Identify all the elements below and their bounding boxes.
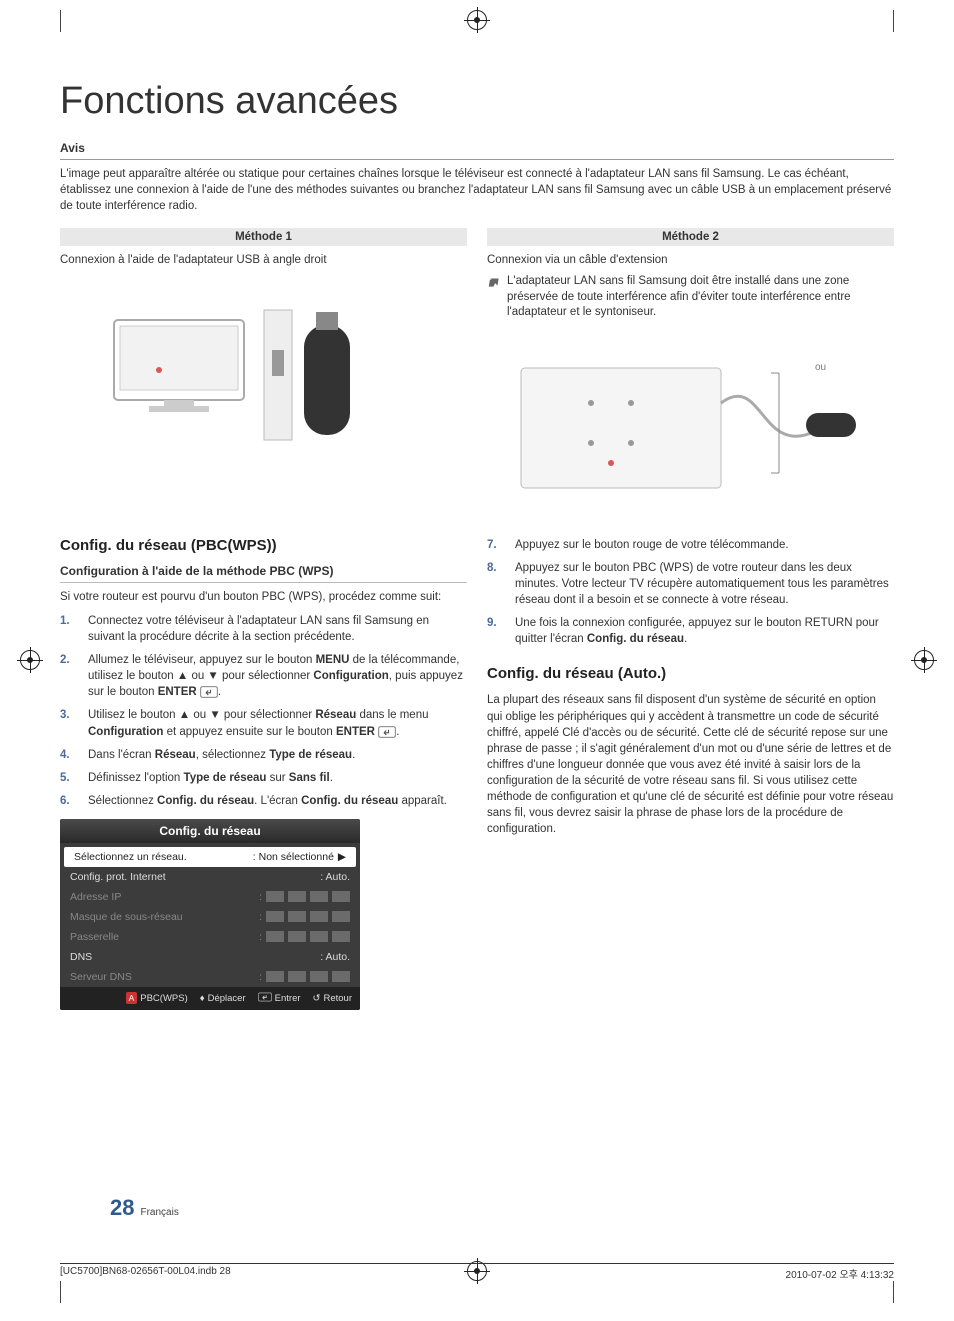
notice-heading: Avis xyxy=(60,141,894,160)
print-meta-file: [UC5700]BN68-02656T-00L04.indb 28 xyxy=(60,1266,231,1281)
osd-label: DNS xyxy=(70,951,92,963)
registration-mark-right xyxy=(914,650,934,670)
step-text: Connectez votre téléviseur à l'adaptateu… xyxy=(88,613,467,645)
method2-header: Méthode 2 xyxy=(487,228,894,246)
step-item: 3. Utilisez le bouton ▲ ou ▼ pour sélect… xyxy=(60,707,467,739)
updown-icon: ♦ xyxy=(200,993,205,1004)
step-item: 8. Appuyez sur le bouton PBC (WPS) de vo… xyxy=(487,560,894,608)
page-title: Fonctions avancées xyxy=(60,80,894,123)
step-item: 4. Dans l'écran Réseau, sélectionnez Typ… xyxy=(60,747,467,763)
chevron-right-icon: ▶ xyxy=(338,851,346,863)
step-number: 3. xyxy=(60,707,78,739)
enter-icon xyxy=(200,686,218,698)
step-item: 6. Sélectionnez Config. du réseau. L'écr… xyxy=(60,793,467,809)
step-item: 9. Une fois la connexion configurée, app… xyxy=(487,615,894,647)
step-number: 2. xyxy=(60,652,78,700)
step-text: Sélectionnez Config. du réseau. L'écran … xyxy=(88,793,447,809)
osd-row-select-network: Sélectionnez un réseau. : Non sélectionn… xyxy=(64,847,356,867)
step-text: Une fois la connexion configurée, appuye… xyxy=(515,615,894,647)
step-item: 7. Appuyez sur le bouton rouge de votre … xyxy=(487,537,894,553)
step-item: 5. Définissez l'option Type de réseau su… xyxy=(60,770,467,786)
step-number: 4. xyxy=(60,747,78,763)
step-item: 1. Connectez votre téléviseur à l'adapta… xyxy=(60,613,467,645)
subsection-heading-pbc: Configuration à l'aide de la méthode PBC… xyxy=(60,564,467,583)
osd-value: : Auto. xyxy=(320,951,350,963)
step-text: Dans l'écran Réseau, sélectionnez Type d… xyxy=(88,747,355,763)
step-text: Allumez le téléviseur, appuyez sur le bo… xyxy=(88,652,467,700)
note-icon xyxy=(487,275,501,321)
registration-mark-left xyxy=(20,650,40,670)
step-text: Appuyez sur le bouton PBC (WPS) de votre… xyxy=(515,560,894,608)
section-heading-pbc: Config. du réseau (PBC(WPS)) xyxy=(60,537,467,554)
osd-footer-enter: Entrer xyxy=(275,993,301,1004)
registration-mark-top xyxy=(467,10,487,30)
osd-footer-pbc: PBC(WPS) xyxy=(140,993,188,1004)
osd-footer-return: Retour xyxy=(323,993,352,1004)
osd-label: Config. prot. Internet xyxy=(70,871,166,883)
step-number: 7. xyxy=(487,537,505,553)
crop-mark xyxy=(60,1281,61,1303)
step-number: 5. xyxy=(60,770,78,786)
osd-row-dns-server: Serveur DNS : xyxy=(60,967,360,987)
enter-icon xyxy=(258,992,272,1005)
osd-row-internet-prot: Config. prot. Internet : Auto. xyxy=(60,867,360,887)
page-number: 28 xyxy=(110,1195,134,1221)
osd-row-dns: DNS : Auto. xyxy=(60,947,360,967)
section-heading-auto: Config. du réseau (Auto.) xyxy=(487,665,894,682)
step-item: 2. Allumez le téléviseur, appuyez sur le… xyxy=(60,652,467,700)
print-meta-timestamp: 2010-07-02 오후 4:13:32 xyxy=(786,1266,894,1281)
crop-mark xyxy=(60,10,61,32)
osd-panel: Config. du réseau Sélectionnez un réseau… xyxy=(60,819,360,1010)
step-text: Définissez l'option Type de réseau sur S… xyxy=(88,770,333,786)
notice-body: L'image peut apparaître altérée ou stati… xyxy=(60,166,894,214)
osd-row-mask: Masque de sous-réseau : xyxy=(60,907,360,927)
step-number: 8. xyxy=(487,560,505,608)
osd-label: Sélectionnez un réseau. xyxy=(74,851,187,863)
method2-caption: Connexion via un câble d'extension xyxy=(487,252,894,268)
osd-label: Masque de sous-réseau xyxy=(70,911,183,923)
method1-illustration xyxy=(60,290,467,460)
step-text: Utilisez le bouton ▲ ou ▼ pour sélection… xyxy=(88,707,467,739)
crop-mark xyxy=(893,10,894,32)
osd-row-ip: Adresse IP : xyxy=(60,887,360,907)
osd-label: Serveur DNS xyxy=(70,971,132,983)
method2-illustration: ou xyxy=(487,343,894,513)
red-a-icon: A xyxy=(126,992,138,1004)
step-number: 9. xyxy=(487,615,505,647)
osd-title: Config. du réseau xyxy=(60,819,360,843)
osd-footer-move: Déplacer xyxy=(208,993,246,1004)
method2-note: L'adaptateur LAN sans fil Samsung doit ê… xyxy=(507,274,894,321)
step-number: 1. xyxy=(60,613,78,645)
osd-row-gateway: Passerelle : xyxy=(60,927,360,947)
method1-header: Méthode 1 xyxy=(60,228,467,246)
enter-icon xyxy=(378,726,396,738)
crop-mark xyxy=(893,1281,894,1303)
osd-value: : Non sélectionné xyxy=(253,851,334,863)
page-language: Français xyxy=(140,1207,178,1218)
osd-footer: APBC(WPS) ♦Déplacer Entrer ↺Retour xyxy=(60,987,360,1010)
step-text: Appuyez sur le bouton rouge de votre tél… xyxy=(515,537,789,553)
osd-label: Passerelle xyxy=(70,931,119,943)
pbc-intro: Si votre routeur est pourvu d'un bouton … xyxy=(60,589,467,605)
return-icon: ↺ xyxy=(313,993,321,1004)
step-number: 6. xyxy=(60,793,78,809)
osd-value: : Auto. xyxy=(320,871,350,883)
or-label: ou xyxy=(815,361,826,375)
auto-paragraph: La plupart des réseaux sans fil disposen… xyxy=(487,692,894,837)
method1-caption: Connexion à l'aide de l'adaptateur USB à… xyxy=(60,252,467,268)
osd-label: Adresse IP xyxy=(70,891,121,903)
